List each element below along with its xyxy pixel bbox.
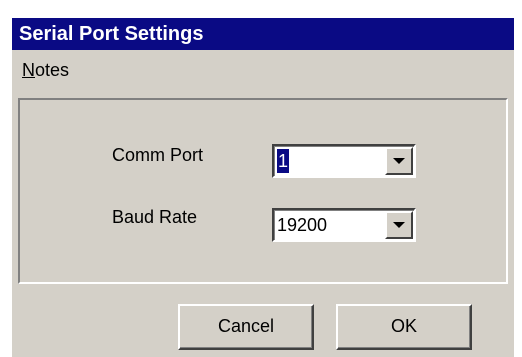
baud-rate-value: 19200 bbox=[277, 215, 328, 235]
settings-group: Comm Port 1 Baud Rate 19200 bbox=[18, 98, 508, 284]
baud-rate-dropdown-button[interactable] bbox=[385, 211, 413, 239]
cancel-button[interactable]: Cancel bbox=[178, 304, 314, 350]
comm-port-label: Comm Port bbox=[112, 145, 204, 165]
title-bar[interactable]: Serial Port Settings bbox=[12, 18, 514, 50]
menu-bar: Notes bbox=[12, 50, 514, 86]
chevron-down-icon bbox=[393, 158, 405, 164]
menu-item-notes-label: otes bbox=[35, 60, 70, 80]
window-title: Serial Port Settings bbox=[19, 23, 204, 45]
menu-item-notes-mnemonic: N bbox=[22, 60, 35, 80]
menu-item-notes[interactable]: Notes bbox=[22, 60, 69, 80]
comm-port-select[interactable]: 1 bbox=[272, 144, 416, 178]
baud-rate-label: Baud Rate bbox=[112, 207, 198, 227]
baud-rate-select[interactable]: 19200 bbox=[272, 208, 416, 242]
comm-port-dropdown-button[interactable] bbox=[385, 147, 413, 175]
ok-button[interactable]: OK bbox=[336, 304, 472, 350]
comm-port-value: 1 bbox=[277, 149, 290, 173]
chevron-down-icon bbox=[393, 222, 405, 228]
serial-port-settings-dialog: Serial Port Settings Notes Comm Port 1 B… bbox=[10, 18, 514, 357]
